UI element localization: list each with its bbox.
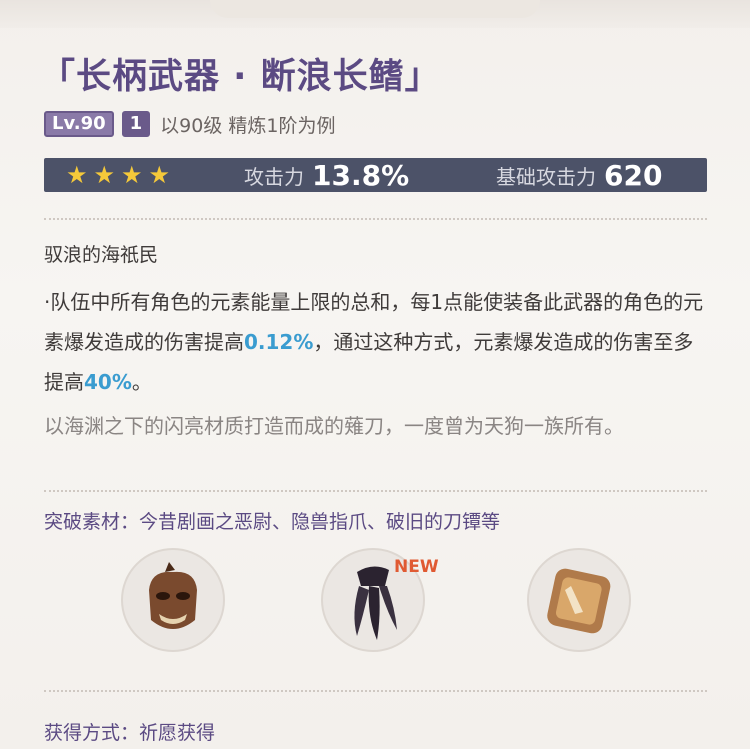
level-badge: Lv.90 xyxy=(44,111,114,137)
refinement-badge: 1 xyxy=(121,111,151,137)
material-mask-icon xyxy=(121,548,225,652)
passive-name: 驭浪的海祇民 xyxy=(44,244,159,266)
base-stat: 基础攻击力 620 xyxy=(496,159,662,192)
top-decoration xyxy=(0,0,750,28)
star-icon: ★ xyxy=(148,161,171,189)
desc-highlight: 0.12% xyxy=(244,330,314,354)
base-stat-label: 基础攻击力 xyxy=(496,164,596,189)
tsuba-icon xyxy=(547,568,611,634)
star-icon: ★ xyxy=(66,161,88,189)
stat-bar: ★ ★ ★ ★ 攻击力 13.8% 基础攻击力 620 xyxy=(44,158,707,192)
star-icon: ★ xyxy=(121,161,143,189)
level-note: 以90级 精炼1阶为例 xyxy=(160,114,336,137)
star-icon: ★ xyxy=(93,161,116,189)
divider xyxy=(44,690,707,692)
base-stat-value: 620 xyxy=(604,158,663,192)
material-tsuba-icon xyxy=(527,548,631,652)
sub-stat: 攻击力 13.8% xyxy=(244,159,409,192)
desc-text: 。 xyxy=(131,370,152,394)
divider xyxy=(44,218,707,220)
sub-stat-label: 攻击力 xyxy=(244,164,304,189)
new-tag: NEW xyxy=(394,557,439,577)
level-row: Lv.90 1 以90级 精炼1阶为例 xyxy=(44,110,335,138)
desc-highlight: 40% xyxy=(84,370,132,394)
materials-label: 突破素材：今昔剧画之恶尉、隐兽指爪、破旧的刀镡等 xyxy=(44,511,501,533)
sub-stat-value: 13.8% xyxy=(312,158,410,192)
mask-icon xyxy=(149,562,197,629)
weapon-card: 「长柄武器 · 断浪长鳍」 Lv.90 1 以90级 精炼1阶为例 ★ ★ ★ … xyxy=(0,0,750,749)
obtain-method: 获得方式：祈愿获得 xyxy=(44,722,216,744)
flavor-text: 以海渊之下的闪亮材质打造而成的薙刀，一度曾为天狗一族所有。 xyxy=(44,414,624,438)
rarity-stars: ★ ★ ★ ★ xyxy=(66,160,170,190)
divider xyxy=(44,490,707,492)
weapon-title: 「长柄武器 · 断浪长鳍」 xyxy=(40,57,441,97)
passive-description: ·队伍中所有角色的元素能量上限的总和，每1点能使装备此武器的角色的元素爆发造成的… xyxy=(44,282,707,402)
